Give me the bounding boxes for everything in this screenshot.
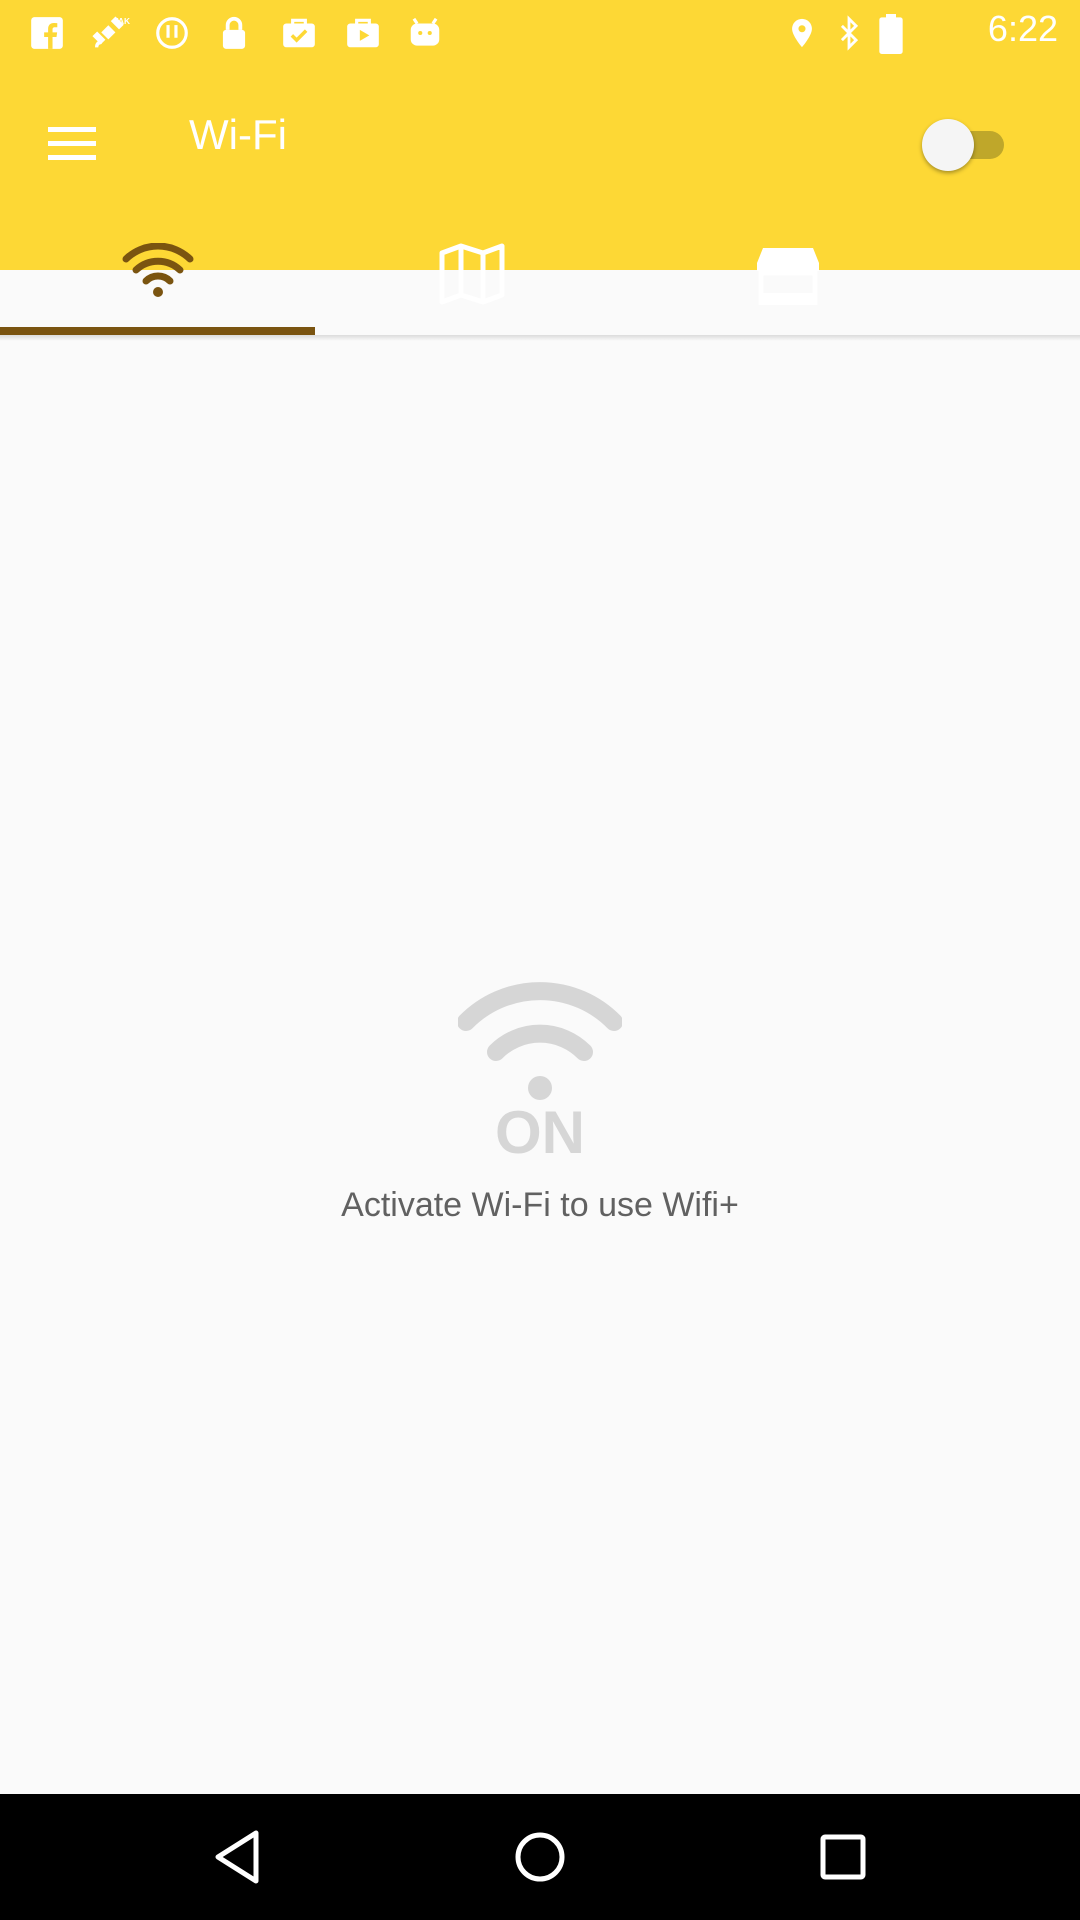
fake-gps-satellite-icon: FAKE — [92, 16, 130, 48]
home-button[interactable] — [500, 1817, 580, 1897]
tab-map[interactable] — [315, 143, 630, 335]
location-pin-icon — [792, 18, 812, 48]
play-store-icon — [347, 18, 379, 48]
back-button[interactable] — [198, 1817, 278, 1897]
back-icon — [215, 1830, 259, 1884]
wifi-on-label: ON — [495, 1099, 585, 1166]
android-icon — [410, 17, 440, 46]
tab-indicator — [0, 327, 315, 335]
battery-icon — [879, 14, 903, 54]
tab-store[interactable] — [630, 143, 945, 335]
map-icon — [439, 243, 505, 305]
check-bag-icon — [283, 18, 315, 48]
svg-text:FAKE: FAKE — [113, 16, 130, 26]
navigation-bar — [0, 1794, 1080, 1920]
store-icon — [757, 248, 819, 305]
status-time: 6:22 — [987, 8, 1058, 49]
app-bar-shadow — [0, 335, 1080, 341]
bluetooth-icon — [840, 15, 859, 51]
lock-icon — [222, 16, 246, 49]
recents-button[interactable] — [803, 1817, 883, 1897]
status-bar: FAKE 6:22 — [0, 0, 1080, 63]
home-icon — [515, 1832, 565, 1882]
activate-wifi-message: Activate Wi-Fi to use Wifi+ — [341, 1186, 739, 1224]
tab-wifi[interactable] — [0, 143, 315, 335]
alert-circle-icon — [156, 17, 188, 49]
wifi-on-icon — [458, 982, 622, 1100]
wifi-icon — [122, 243, 194, 297]
recents-icon — [820, 1834, 866, 1880]
facebook-icon — [31, 17, 63, 49]
